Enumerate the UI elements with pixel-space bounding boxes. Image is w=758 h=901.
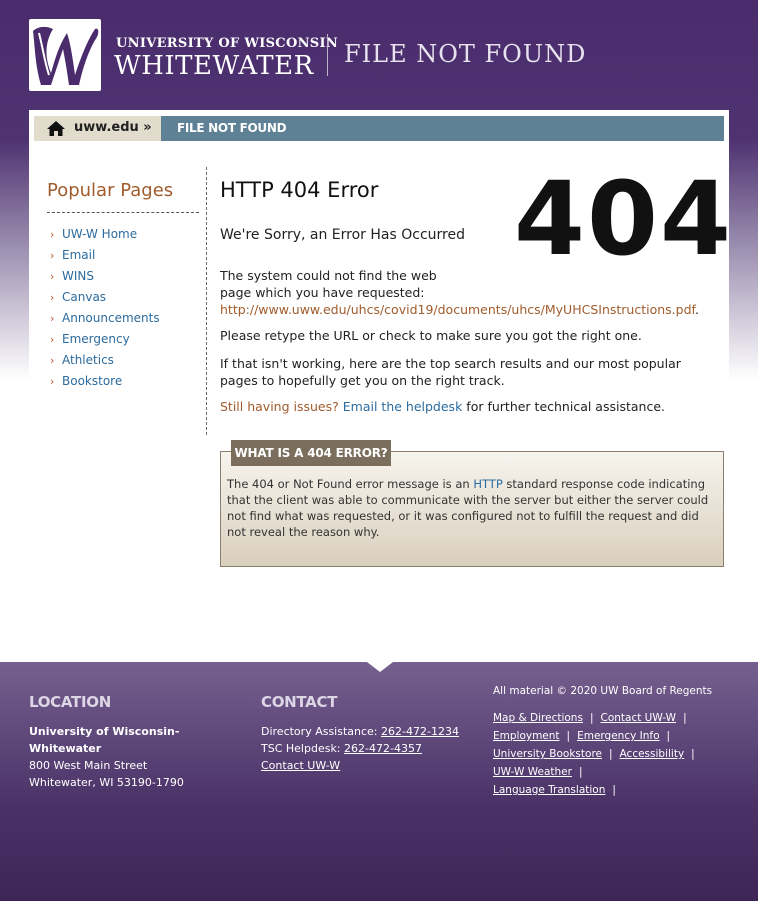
sidebar-item-label: Emergency (62, 332, 130, 346)
sidebar-item-label: WINS (62, 269, 94, 283)
location-name: University of Wisconsin-Whitewater (29, 725, 180, 755)
breadcrumb-home-label: uww.edu » (74, 120, 152, 135)
sidebar-item-emergency[interactable]: › Emergency (47, 332, 199, 353)
email-helpdesk-link[interactable]: Email the helpdesk (343, 399, 463, 414)
sidebar-item-label: Canvas (62, 290, 107, 304)
footer-link-accessibility[interactable]: Accessibility (620, 748, 685, 760)
copyright: All material © 2020 UW Board of Regents (493, 685, 713, 697)
footer-notch (367, 662, 393, 672)
directory-label: Directory Assistance: (261, 725, 378, 738)
footer-link-emergency-info[interactable]: Emergency Info (577, 730, 659, 742)
sidebar-item-uww-home[interactable]: › UW-W Home (47, 227, 199, 248)
info-text-before: The 404 or Not Found error message is an (227, 477, 470, 491)
sidebar-item-athletics[interactable]: › Athletics (47, 353, 199, 374)
breadcrumb: uww.edu » FILE NOT FOUND (34, 116, 724, 141)
footer-link-university-bookstore[interactable]: University Bookstore (493, 748, 602, 760)
page-heading: FILE NOT FOUND (344, 40, 587, 68)
footer-link-employment[interactable]: Employment (493, 730, 560, 742)
sidebar-item-wins[interactable]: › WINS (47, 269, 199, 290)
link-separator: | (691, 748, 695, 760)
footer-location: LOCATION University of Wisconsin-Whitewa… (29, 694, 249, 791)
link-separator: | (609, 748, 613, 760)
contact-uww-link[interactable]: Contact UW-W (261, 759, 340, 772)
sidebar-list: › UW-W Home › Email › WINS › Canvas › Announc… (47, 227, 199, 395)
university-line2: WHITEWATER (114, 51, 314, 81)
breadcrumb-current: FILE NOT FOUND (177, 121, 287, 135)
sidebar-item-label: UW-W Home (62, 227, 138, 241)
http-link[interactable]: HTTP (473, 477, 502, 491)
retype-message: Please retype the URL or check to make s… (220, 328, 642, 343)
helpdesk-message: Still having issues? Email the helpdesk … (220, 399, 665, 414)
footer-link-map-directions[interactable]: Map & Directions (493, 712, 583, 724)
location-city: Whitewater, WI 53190-1790 (29, 776, 184, 789)
site-header: UNIVERSITY OF WISCONSIN WHITEWATER FILE … (29, 19, 729, 91)
helpdesk-tail-text: for further technical assistance. (466, 399, 665, 414)
link-separator: | (566, 730, 571, 742)
sidebar-item-label: Athletics (62, 353, 114, 367)
sidebar-item-bookstore[interactable]: › Bookstore (47, 374, 199, 395)
w-logo-icon (33, 26, 99, 85)
tsc-phone-link[interactable]: 262-472-4357 (344, 742, 422, 755)
popular-pages-sidebar: Popular Pages › UW-W Home › Email › WINS › C… (47, 180, 199, 395)
sidebar-divider (206, 167, 207, 435)
info-box-text: The 404 or Not Found error message is an… (227, 476, 717, 540)
footer-links: Map & Directions | Contact UW-W | Employmen… (493, 709, 733, 799)
url-period: . (695, 302, 699, 317)
content-panel: uww.edu » FILE NOT FOUND Popular Pages ›… (29, 110, 731, 662)
requested-url-link[interactable]: http://www.uww.edu/uhcs/covid19/document… (220, 302, 695, 317)
info-box-404: The 404 or Not Found error message is an… (220, 451, 724, 567)
missing-page-message: The system could not find the web page w… (220, 267, 699, 318)
info-box-tab: WHAT IS A 404 ERROR? (231, 440, 391, 466)
chevron-right-icon: › (50, 333, 55, 346)
missing-page-text: The system could not find the web page w… (220, 268, 437, 300)
site-footer: LOCATION University of Wisconsin-Whitewa… (0, 662, 758, 901)
error-code-graphic: 404 (514, 160, 733, 279)
chevron-right-icon: › (50, 228, 55, 241)
footer-link-uww-weather[interactable]: UW-W Weather (493, 766, 572, 778)
link-separator: | (666, 730, 671, 742)
link-separator: | (612, 784, 616, 796)
uww-logo[interactable] (29, 19, 101, 91)
still-issues-text: Still having issues? (220, 399, 339, 414)
link-separator: | (578, 766, 583, 778)
sidebar-item-announcements[interactable]: › Announcements (47, 311, 199, 332)
link-separator: | (683, 712, 687, 724)
directory-phone-link[interactable]: 262-472-1234 (381, 725, 459, 738)
contact-heading: CONTACT (261, 693, 338, 711)
footer-contact: CONTACT Directory Assistance: 262-472-12… (261, 694, 481, 774)
sidebar-item-label: Email (62, 248, 96, 262)
sidebar-item-label: Announcements (62, 311, 160, 325)
chevron-right-icon: › (50, 270, 55, 283)
footer-link-contact-uww[interactable]: Contact UW-W (600, 712, 676, 724)
location-heading: LOCATION (29, 693, 111, 711)
chevron-right-icon: › (50, 312, 55, 325)
sidebar-item-label: Bookstore (62, 374, 123, 388)
sidebar-item-canvas[interactable]: › Canvas (47, 290, 199, 311)
sidebar-title: Popular Pages (47, 180, 199, 213)
sidebar-item-email[interactable]: › Email (47, 248, 199, 269)
footer-link-language-translation[interactable]: Language Translation (493, 784, 605, 796)
error-title: HTTP 404 Error (220, 178, 379, 202)
header-divider (327, 34, 328, 76)
link-separator: | (589, 712, 594, 724)
chevron-right-icon: › (50, 375, 55, 388)
chevron-right-icon: › (50, 249, 55, 262)
chevron-right-icon: › (50, 291, 55, 304)
home-icon (47, 121, 65, 136)
breadcrumb-home[interactable]: uww.edu » (34, 116, 161, 141)
tsc-label: TSC Helpdesk: (261, 742, 341, 755)
error-subtitle: We're Sorry, an Error Has Occurred (220, 227, 465, 243)
chevron-right-icon: › (50, 354, 55, 367)
university-line1: UNIVERSITY OF WISCONSIN (116, 36, 339, 51)
location-street: 800 West Main Street (29, 759, 148, 772)
search-results-message: If that isn't working, here are the top … (220, 356, 681, 388)
